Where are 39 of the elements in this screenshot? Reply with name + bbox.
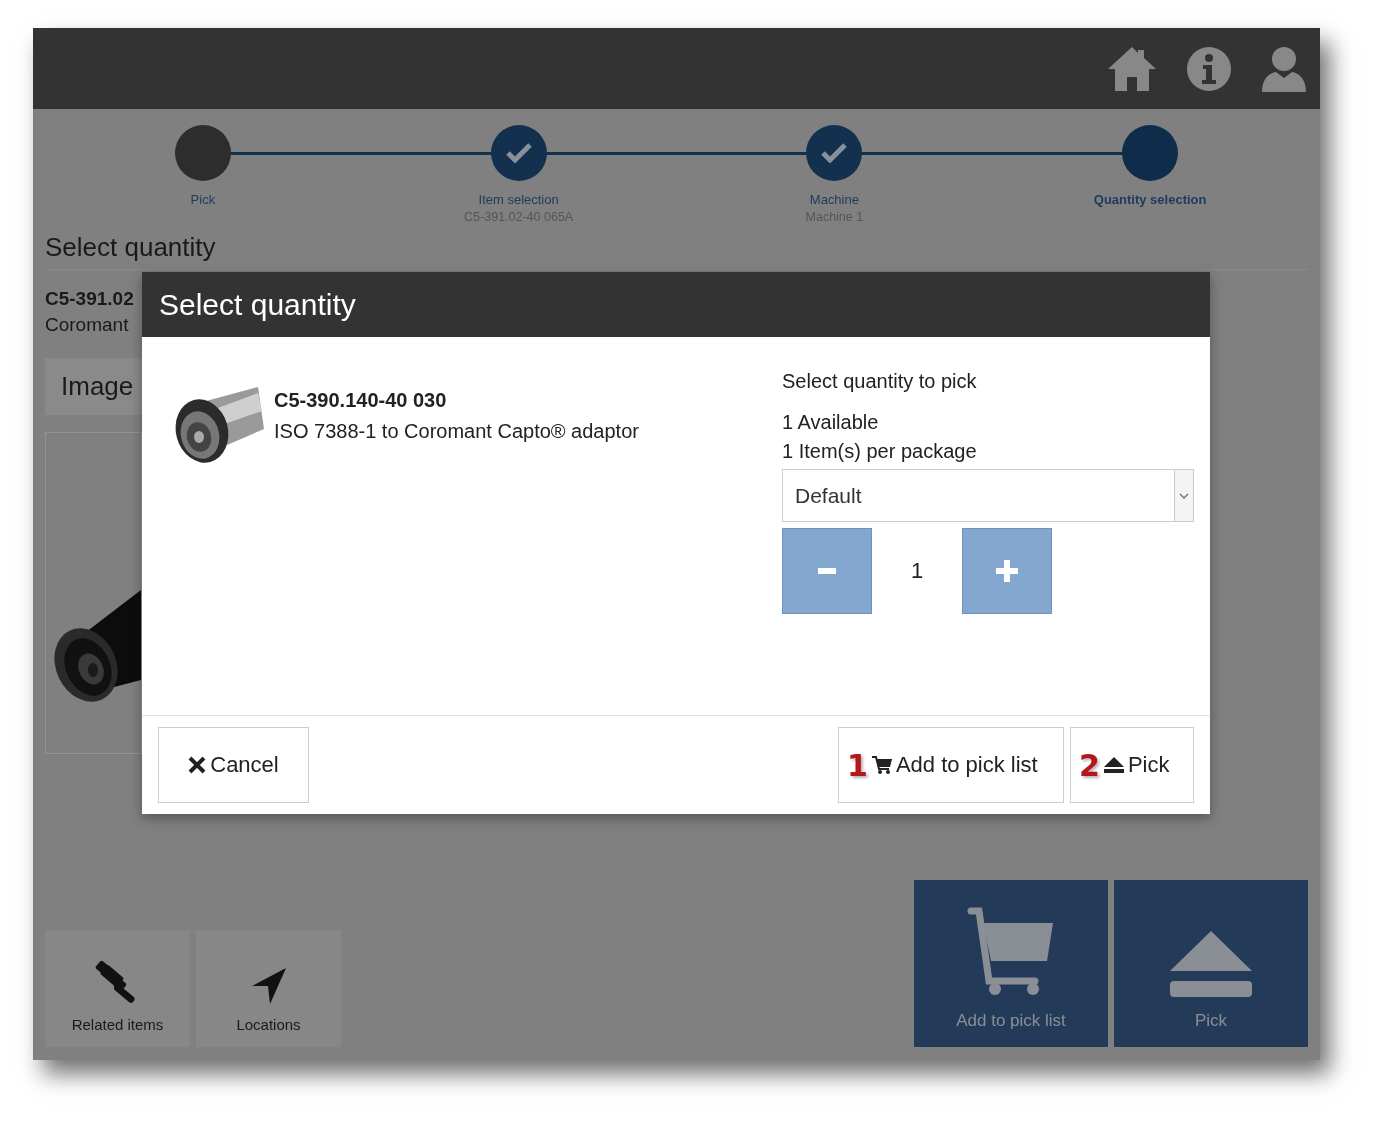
caret-icon bbox=[1179, 492, 1189, 499]
step-label: Quantity selection bbox=[1093, 192, 1207, 207]
minus-icon bbox=[818, 568, 836, 574]
related-items-button[interactable]: Related items bbox=[45, 930, 190, 1047]
plus-button[interactable] bbox=[962, 528, 1052, 614]
locations-button[interactable]: Locations bbox=[196, 930, 341, 1047]
step-label: Item selection bbox=[478, 192, 559, 207]
add-to-pick-list-tile[interactable]: Add to pick list bbox=[914, 880, 1108, 1047]
product-code: C5-390.140-40 030 bbox=[274, 389, 448, 412]
cancel-button[interactable]: Cancel bbox=[158, 727, 309, 803]
plus-icon bbox=[996, 560, 1018, 582]
callout-number: 1 bbox=[847, 747, 868, 783]
check-icon bbox=[821, 143, 848, 163]
close-icon bbox=[188, 756, 207, 774]
product-description: ISO 7388-1 to Coromant Capto® adaptor bbox=[274, 420, 639, 443]
home-icon[interactable] bbox=[1106, 44, 1158, 93]
info-icon[interactable] bbox=[1186, 45, 1232, 92]
eject-icon bbox=[1103, 757, 1124, 773]
callout-number: 2 bbox=[1079, 747, 1100, 783]
available-count: 1 Available bbox=[782, 411, 880, 434]
package-select[interactable]: Default bbox=[782, 469, 1194, 522]
user-icon[interactable] bbox=[1260, 44, 1308, 93]
pick-tile[interactable]: Pick bbox=[1114, 880, 1308, 1047]
step-label: Pick bbox=[190, 192, 216, 207]
page-title: Select quantity bbox=[45, 232, 1308, 270]
item-name: Coromant bbox=[45, 314, 129, 336]
quantity-heading: Select quantity to pick bbox=[782, 370, 978, 393]
step-label: Machine bbox=[809, 192, 859, 207]
add-to-pick-list-button[interactable]: 1 Add to pick list bbox=[838, 727, 1064, 803]
item-code: C5-391.02 bbox=[45, 288, 134, 310]
image-tab[interactable]: Image bbox=[45, 358, 142, 415]
cart-icon bbox=[967, 907, 1055, 997]
items-per-package: 1 Item(s) per package bbox=[782, 440, 978, 463]
pick-button[interactable]: 2 Pick bbox=[1070, 727, 1194, 803]
quantity-value: 1 bbox=[909, 558, 925, 584]
cart-icon bbox=[871, 755, 892, 775]
dialog-title: Select quantity bbox=[142, 272, 1210, 337]
eject-icon bbox=[1170, 931, 1252, 997]
check-icon bbox=[505, 143, 532, 163]
